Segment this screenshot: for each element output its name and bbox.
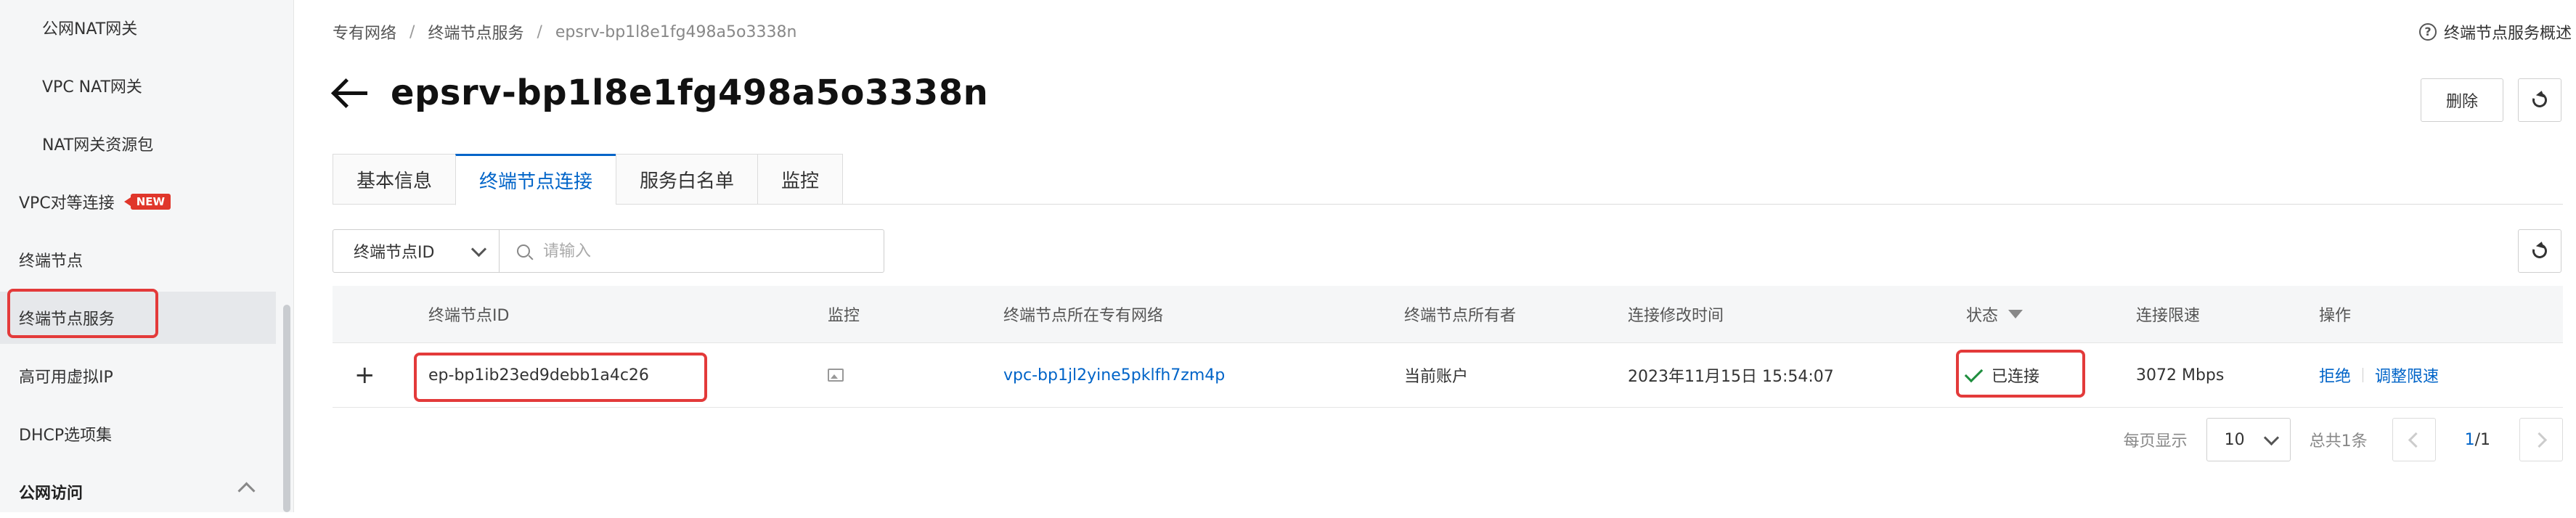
chevron-down-icon: [470, 241, 487, 257]
sidebar-item-label: VPC NAT网关: [42, 78, 142, 96]
refresh-icon: [2530, 241, 2550, 261]
sidebar-item-label: 公网NAT网关: [42, 20, 138, 38]
breadcrumb-item-vpc[interactable]: 专有网络: [333, 20, 396, 44]
tab-label: 基本信息: [356, 170, 433, 192]
cell-endpoint-id: ep-bp1ib23ed9debb1a4c26: [428, 366, 649, 385]
breadcrumb: 专有网络 / 终端节点服务 / epsrv-bp1l8e1fg498a5o333…: [333, 20, 796, 44]
sidebar-item-label: NAT网关资源包: [42, 136, 154, 155]
header-status: 状态: [1966, 286, 2023, 342]
page-size-select[interactable]: 10: [2206, 418, 2291, 461]
table-header: 终端节点ID 监控 终端节点所在专有网络 终端节点所有者 连接修改时间 状态 连…: [333, 286, 2563, 343]
sidebar-item-dhcp[interactable]: DHCP选项集: [0, 408, 276, 460]
new-badge: NEW: [123, 194, 171, 210]
sidebar-item-havip[interactable]: 高可用虚拟IP: [0, 350, 276, 402]
tab-label: 服务白名单: [640, 170, 735, 192]
search-input[interactable]: [542, 241, 864, 261]
sidebar-scrollbar[interactable]: [283, 305, 290, 512]
title-row: epsrv-bp1l8e1fg498a5o3338n: [331, 73, 988, 113]
cell-status: 已连接: [1964, 343, 2040, 407]
refresh-icon: [2530, 90, 2550, 110]
tab-label: 监控: [781, 170, 820, 192]
page-title: epsrv-bp1l8e1fg498a5o3338n: [391, 73, 989, 113]
search-field-label: 终端节点ID: [354, 244, 435, 262]
search-icon: [517, 244, 530, 258]
header-modified: 连接修改时间: [1628, 307, 1724, 325]
expand-row-button[interactable]: +: [354, 343, 375, 407]
page-size-value: 10: [2224, 430, 2245, 449]
connections-table: 终端节点ID 监控 终端节点所在专有网络 终端节点所有者 连接修改时间 状态 连…: [333, 286, 2563, 408]
help-icon: ?: [2418, 23, 2437, 41]
cell-owner: 当前账户: [1404, 368, 1469, 386]
help-link-label: 终端节点服务概述: [2443, 25, 2572, 43]
sidebar-item-vpc-nat[interactable]: VPC NAT网关: [0, 59, 276, 112]
help-link[interactable]: ? 终端节点服务概述: [2418, 20, 2572, 44]
plus-icon: +: [354, 361, 375, 390]
page-indicator: 1/1: [2465, 431, 2490, 449]
cell-modified: 2023年11月15日 15:54:07: [1628, 368, 1834, 386]
header-owner: 终端节点所有者: [1404, 307, 1517, 325]
adjust-bandwidth-link[interactable]: 调整限速: [2375, 363, 2439, 387]
chart-image-icon: [828, 369, 844, 382]
table-row: + ep-bp1ib23ed9debb1a4c26 vpc-bp1jl2yine…: [333, 343, 2563, 408]
chevron-left-icon: [2408, 432, 2424, 448]
back-arrow-icon[interactable]: [331, 78, 369, 107]
sidebar-item-vpc-peering[interactable]: VPC对等连接 NEW: [0, 176, 276, 228]
reject-link[interactable]: 拒绝: [2319, 363, 2351, 387]
sidebar-item-label: 终端节点: [19, 252, 83, 271]
breadcrumb-item-endpoint-service[interactable]: 终端节点服务: [428, 20, 523, 44]
breadcrumb-separator: /: [409, 22, 415, 41]
chevron-up-icon: [237, 482, 256, 500]
sidebar-item-nat-package[interactable]: NAT网关资源包: [0, 118, 276, 170]
cell-bandwidth: 3072 Mbps: [2136, 366, 2225, 385]
cell-actions: 拒绝 调整限速: [2319, 343, 2439, 407]
sidebar-item-label: VPC对等连接: [19, 194, 115, 213]
cell-monitor[interactable]: [828, 343, 844, 407]
chevron-right-icon: [2531, 432, 2547, 448]
breadcrumb-separator: /: [537, 22, 542, 41]
check-icon: [1964, 363, 1984, 382]
total-pages: /1: [2474, 430, 2490, 449]
tab-basic-info[interactable]: 基本信息: [333, 154, 456, 205]
tab-monitoring[interactable]: 监控: [757, 154, 844, 205]
total-count: 总共1条: [2309, 432, 2368, 451]
cell-vpc-link[interactable]: vpc-bp1jl2yine5pklfh7zm4p: [1003, 343, 1225, 407]
sidebar-item-public-nat[interactable]: 公网NAT网关: [0, 1, 276, 54]
breadcrumb-item-current: epsrv-bp1l8e1fg498a5o3338n: [555, 22, 797, 41]
delete-button-label: 删除: [2445, 93, 2478, 111]
chevron-down-icon: [2263, 429, 2279, 445]
tab-label: 终端节点连接: [479, 171, 593, 193]
table-refresh-button[interactable]: [2518, 229, 2561, 273]
current-page: 1: [2464, 430, 2475, 449]
sidebar-item-label: 高可用虚拟IP: [19, 369, 113, 387]
next-page-button[interactable]: [2519, 418, 2563, 461]
sidebar-group-public-access[interactable]: 公网访问: [0, 466, 276, 518]
search-input-wrapper: [500, 229, 884, 273]
header-bandwidth: 连接限速: [2136, 307, 2201, 325]
status-label: 已连接: [1992, 368, 2040, 386]
tab-whitelist[interactable]: 服务白名单: [616, 154, 758, 205]
refresh-button[interactable]: [2518, 78, 2561, 122]
sidebar-item-label: 终端节点服务: [19, 311, 115, 329]
tab-bar: 基本信息 终端节点连接 服务白名单 监控: [333, 154, 844, 205]
header-vpc: 终端节点所在专有网络: [1003, 307, 1164, 325]
pagination: 每页显示 10 总共1条 1/1: [2124, 418, 2563, 461]
header-actions: 操作: [2319, 307, 2352, 325]
sidebar-item-label: 公网访问: [19, 485, 83, 503]
tab-endpoint-connections[interactable]: 终端节点连接: [455, 154, 616, 205]
delete-button[interactable]: 删除: [2421, 78, 2503, 122]
search-field-select[interactable]: 终端节点ID: [333, 229, 500, 273]
per-page-label: 每页显示: [2123, 432, 2188, 451]
prev-page-button[interactable]: [2392, 418, 2436, 461]
filter-icon[interactable]: [2008, 310, 2023, 318]
sidebar-item-endpoint[interactable]: 终端节点: [0, 234, 276, 286]
sidebar-item-label: DHCP选项集: [19, 427, 113, 445]
header-status-label: 状态: [1966, 307, 1999, 325]
header-monitor: 监控: [828, 307, 860, 325]
search-bar: 终端节点ID: [333, 229, 884, 273]
header-endpoint-id: 终端节点ID: [428, 307, 510, 325]
sidebar-item-endpoint-service[interactable]: 终端节点服务: [0, 292, 276, 344]
sidebar: 公网NAT网关 VPC NAT网关 NAT网关资源包 VPC对等连接 NEW 终…: [0, 0, 294, 512]
